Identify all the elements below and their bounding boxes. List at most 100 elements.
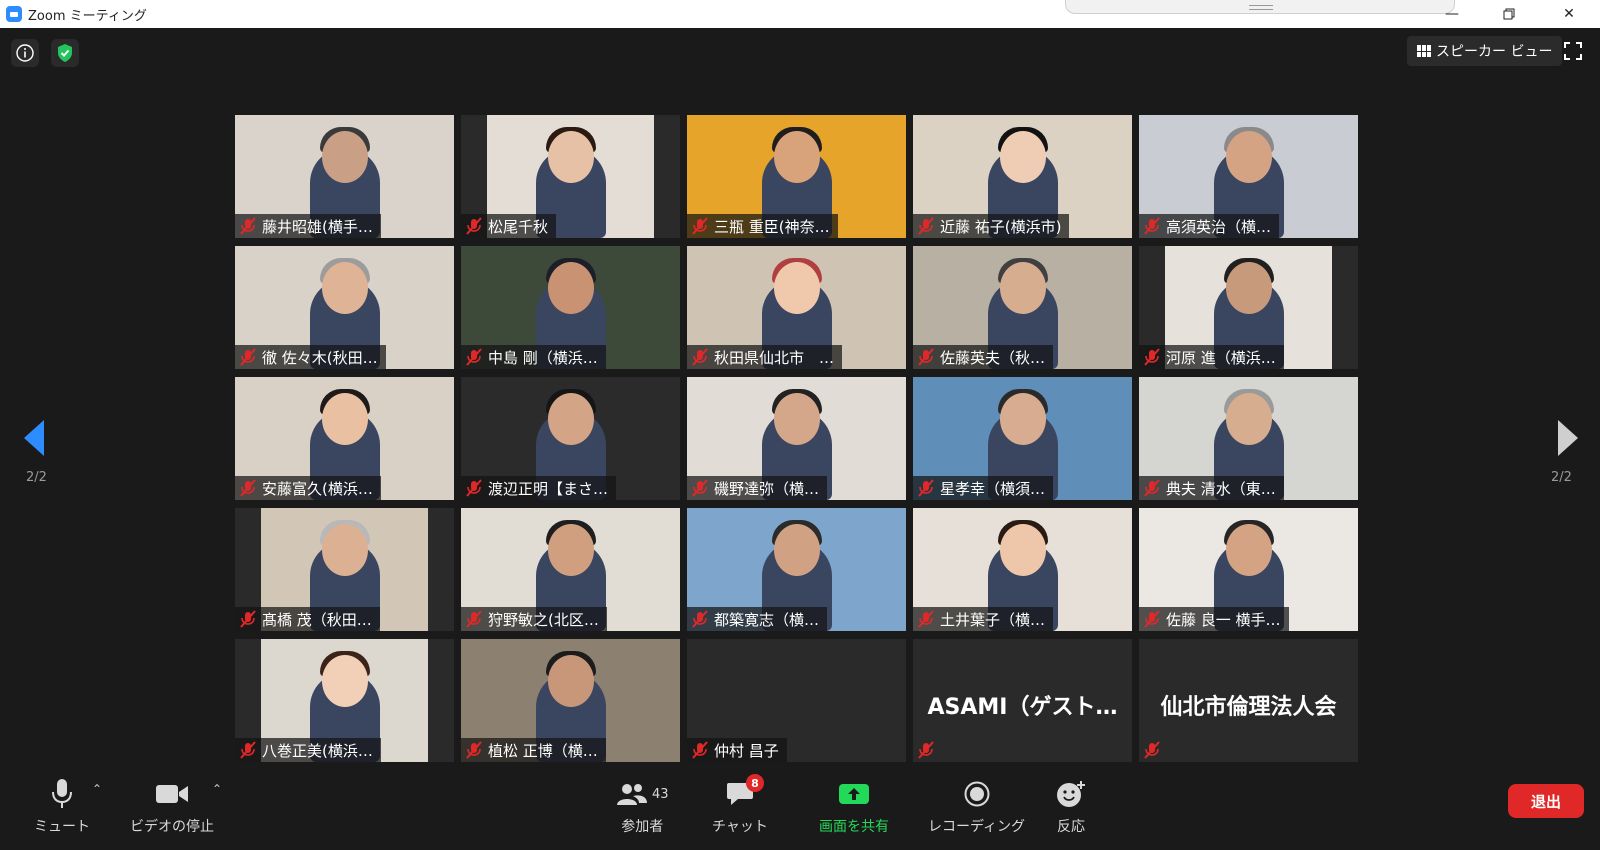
muted-microphone-icon — [239, 479, 257, 497]
next-page-icon[interactable] — [1556, 420, 1578, 460]
participant-video-tile[interactable]: 三瓶 重臣(神奈… — [687, 115, 906, 238]
participant-video-tile[interactable]: 藤井昭雄(横手… — [235, 115, 454, 238]
participant-video-tile[interactable]: 徹 佐々木(秋田… — [235, 246, 454, 369]
participant-name: 徹 佐々木(秋田… — [262, 348, 378, 367]
participants-icon: 43 — [616, 776, 669, 812]
chat-label: チャット — [712, 819, 768, 835]
participant-video-tile[interactable]: 安藤富久(横浜… — [235, 377, 454, 500]
audio-options-chevron-icon[interactable]: ⌃ — [92, 782, 102, 796]
participant-face — [999, 262, 1046, 314]
participant-nameplate: 狩野敏之(北区… — [461, 607, 607, 631]
right-page-indicator: 2/2 — [1551, 470, 1572, 485]
participant-nameplate: 都築寛志（横… — [687, 607, 828, 631]
participant-display-name-large: 仙北市倫理法人会 — [1160, 695, 1337, 720]
participant-nameplate — [913, 738, 948, 762]
participant-video-tile[interactable]: 髙橋 茂（秋田… — [235, 508, 454, 631]
previous-page-icon[interactable] — [24, 420, 46, 460]
video-options-chevron-icon[interactable]: ⌃ — [212, 782, 222, 796]
participant-video-tile[interactable]: 河原 進（横浜… — [1139, 246, 1358, 369]
muted-microphone-icon — [691, 348, 709, 366]
speaker-view-button[interactable]: スピーカー ビュー — [1407, 36, 1563, 66]
participant-name: 松尾千秋 — [488, 217, 549, 236]
participant-face — [773, 524, 820, 576]
share-screen-button[interactable]: 画面を共有 — [819, 776, 889, 836]
restore-icon[interactable] — [1486, 0, 1532, 28]
zoom-app-icon — [6, 6, 22, 22]
participant-face — [321, 393, 368, 445]
participant-face — [547, 262, 594, 314]
participants-button[interactable]: 43 参加者 — [616, 776, 669, 836]
encryption-shield-icon[interactable] — [51, 39, 79, 67]
participant-video-tile[interactable]: 中島 剛（横浜… — [461, 246, 680, 369]
participant-video-tile[interactable]: ASAMI（ゲスト… — [913, 639, 1132, 762]
participant-nameplate — [1139, 738, 1174, 762]
participant-video-tile[interactable]: 土井葉子（横… — [913, 508, 1132, 631]
close-icon[interactable]: ✕ — [1546, 0, 1592, 28]
participant-nameplate: 藤井昭雄(横手… — [235, 214, 381, 238]
participant-video-tile[interactable]: 都築寛志（横… — [687, 508, 906, 631]
participant-name: 典夫 清水（東… — [1166, 479, 1276, 498]
participant-video-tile[interactable]: 仲村 昌子 — [687, 639, 906, 762]
reactions-button[interactable]: 反応 — [1056, 776, 1086, 836]
participant-name: 都築寛志（横… — [714, 610, 820, 629]
info-icon[interactable] — [11, 39, 39, 67]
participant-video-tile[interactable]: 八巻正美(横浜… — [235, 639, 454, 762]
participant-face — [321, 262, 368, 314]
participant-nameplate: 佐藤 良一 横手… — [1139, 607, 1289, 631]
fullscreen-icon[interactable] — [1564, 42, 1582, 60]
left-page-indicator: 2/2 — [26, 470, 47, 485]
participant-name: 磯野達弥（横… — [714, 479, 820, 498]
participant-video-tile[interactable]: 星孝幸（横須… — [913, 377, 1132, 500]
participant-video-tile[interactable]: 狩野敏之(北区… — [461, 508, 680, 631]
participant-face — [321, 655, 368, 707]
participant-name: 土井葉子（横… — [940, 610, 1046, 629]
drag-handle[interactable] — [1065, 0, 1455, 14]
participant-face — [321, 524, 368, 576]
muted-microphone-icon — [917, 217, 935, 235]
muted-microphone-icon — [465, 610, 483, 628]
video-grid: 藤井昭雄(横手… 松尾千秋 三瓶 重臣(神奈… 近藤 祐子(横浜市) 高須英治（横… 徹 … — [235, 115, 1370, 765]
participant-nameplate: 三瓶 重臣(神奈… — [687, 214, 838, 238]
mute-button[interactable]: ミュート — [34, 776, 90, 836]
stop-video-button[interactable]: ビデオの停止 — [130, 776, 214, 836]
participant-display-name-large: ASAMI（ゲスト… — [927, 695, 1118, 720]
chat-button[interactable]: 8 チャット — [712, 774, 768, 836]
participant-name: 佐藤英夫（秋… — [940, 348, 1046, 367]
participant-face — [547, 131, 594, 183]
participant-video-tile[interactable]: 磯野達弥（横… — [687, 377, 906, 500]
participant-nameplate: 中島 剛（横浜… — [461, 345, 606, 369]
participant-video-tile[interactable]: 近藤 祐子(横浜市) — [913, 115, 1132, 238]
muted-microphone-icon — [691, 217, 709, 235]
participant-video-tile[interactable]: 佐藤英夫（秋… — [913, 246, 1132, 369]
participant-video-tile[interactable]: 高須英治（横… — [1139, 115, 1358, 238]
record-button[interactable]: レコーディング — [928, 776, 1025, 836]
participant-face — [321, 131, 368, 183]
participant-video-tile[interactable]: 植松 正博（横… — [461, 639, 680, 762]
minimize-icon[interactable]: — — [1429, 0, 1475, 28]
muted-microphone-icon — [917, 348, 935, 366]
muted-microphone-icon — [465, 348, 483, 366]
participant-video-tile[interactable]: 秋田県仙北市 … — [687, 246, 906, 369]
participant-face — [999, 393, 1046, 445]
participant-video-tile[interactable]: 渡辺正明【まさ… — [461, 377, 680, 500]
participant-nameplate: 土井葉子（横… — [913, 607, 1054, 631]
participant-video-tile[interactable]: 佐藤 良一 横手… — [1139, 508, 1358, 631]
leave-meeting-button[interactable]: 退出 — [1508, 784, 1584, 818]
muted-microphone-icon — [465, 217, 483, 235]
participant-face — [547, 524, 594, 576]
participant-nameplate: 松尾千秋 — [461, 214, 557, 238]
participant-name: 佐藤 良一 横手… — [1166, 610, 1281, 629]
participant-nameplate: 近藤 祐子(横浜市) — [913, 214, 1070, 238]
muted-microphone-icon — [691, 741, 709, 759]
share-screen-icon — [839, 776, 869, 812]
participant-video-tile[interactable]: 松尾千秋 — [461, 115, 680, 238]
participant-nameplate: 磯野達弥（横… — [687, 476, 828, 500]
participant-nameplate: 佐藤英夫（秋… — [913, 345, 1054, 369]
participant-nameplate: 星孝幸（横須… — [913, 476, 1054, 500]
participant-face — [547, 393, 594, 445]
participant-name: 秋田県仙北市 … — [714, 348, 835, 367]
reactions-label: 反応 — [1057, 819, 1085, 835]
participant-video-tile[interactable]: 典夫 清水（東… — [1139, 377, 1358, 500]
participant-video-tile[interactable]: 仙北市倫理法人会 — [1139, 639, 1358, 762]
participant-name: 星孝幸（横須… — [940, 479, 1046, 498]
